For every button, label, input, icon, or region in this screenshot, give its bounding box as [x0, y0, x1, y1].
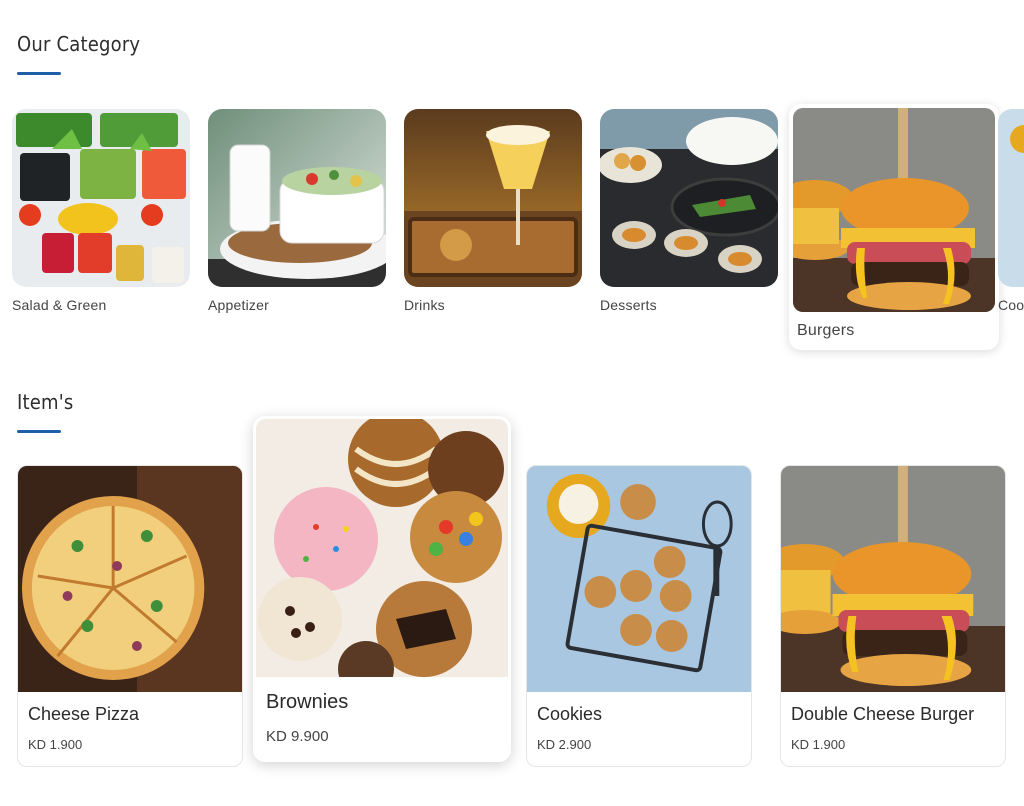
item-name-cheese-pizza: Cheese Pizza: [28, 704, 140, 724]
item-price-double-cheese-burger: KD 1.900: [791, 737, 846, 752]
brownies-image: [256, 419, 508, 677]
category-card-appetizer[interactable]: Appetizer: [208, 109, 386, 313]
category-card-salad[interactable]: Salad & Green: [12, 109, 190, 313]
item-card-cheese-pizza[interactable]: Cheese Pizza KD 1.900: [17, 465, 243, 767]
item-name-cookies: Cookies: [537, 704, 603, 724]
salad-image: [12, 109, 190, 287]
category-label-salad: Salad & Green: [12, 297, 107, 313]
drinks-image: [404, 109, 582, 287]
category-label-cookies-partial: Coo: [998, 297, 1024, 313]
category-label-burgers: Burgers: [797, 322, 855, 339]
category-title-underline: [17, 72, 61, 75]
item-price-cookies: KD 2.900: [537, 737, 592, 752]
category-label-desserts: Desserts: [600, 297, 657, 313]
category-section-title: Our Category: [17, 32, 141, 56]
item-card-cookies[interactable]: Cookies KD 2.900: [526, 465, 752, 767]
appetizer-image: [208, 109, 386, 287]
category-card-cookies-partial[interactable]: Coo: [998, 109, 1024, 313]
item-card-brownies[interactable]: Brownies KD 9.900: [253, 416, 511, 762]
burgers-image: [793, 108, 995, 312]
item-price-cheese-pizza: KD 1.900: [28, 737, 83, 752]
item-card-double-cheese-burger[interactable]: Double Cheese Burger KD 1.900: [780, 465, 1006, 767]
item-name-brownies: Brownies: [266, 691, 349, 713]
category-label-appetizer: Appetizer: [208, 297, 269, 313]
item-name-double-cheese-burger: Double Cheese Burger: [791, 704, 975, 724]
cookies-partial-image: [998, 109, 1024, 287]
items-section-title: Item's: [17, 390, 74, 414]
items-title-underline: [17, 430, 61, 433]
double-cheese-burger-image: [781, 466, 1005, 692]
category-card-desserts[interactable]: Desserts: [600, 109, 778, 313]
item-price-brownies: KD 9.900: [266, 728, 329, 745]
desserts-image: [600, 109, 778, 287]
category-card-burgers[interactable]: Burgers: [789, 104, 999, 350]
cookies-image: [527, 466, 751, 692]
category-card-drinks[interactable]: Drinks: [404, 109, 582, 313]
category-label-drinks: Drinks: [404, 297, 445, 313]
cheese-pizza-image: [18, 466, 242, 692]
